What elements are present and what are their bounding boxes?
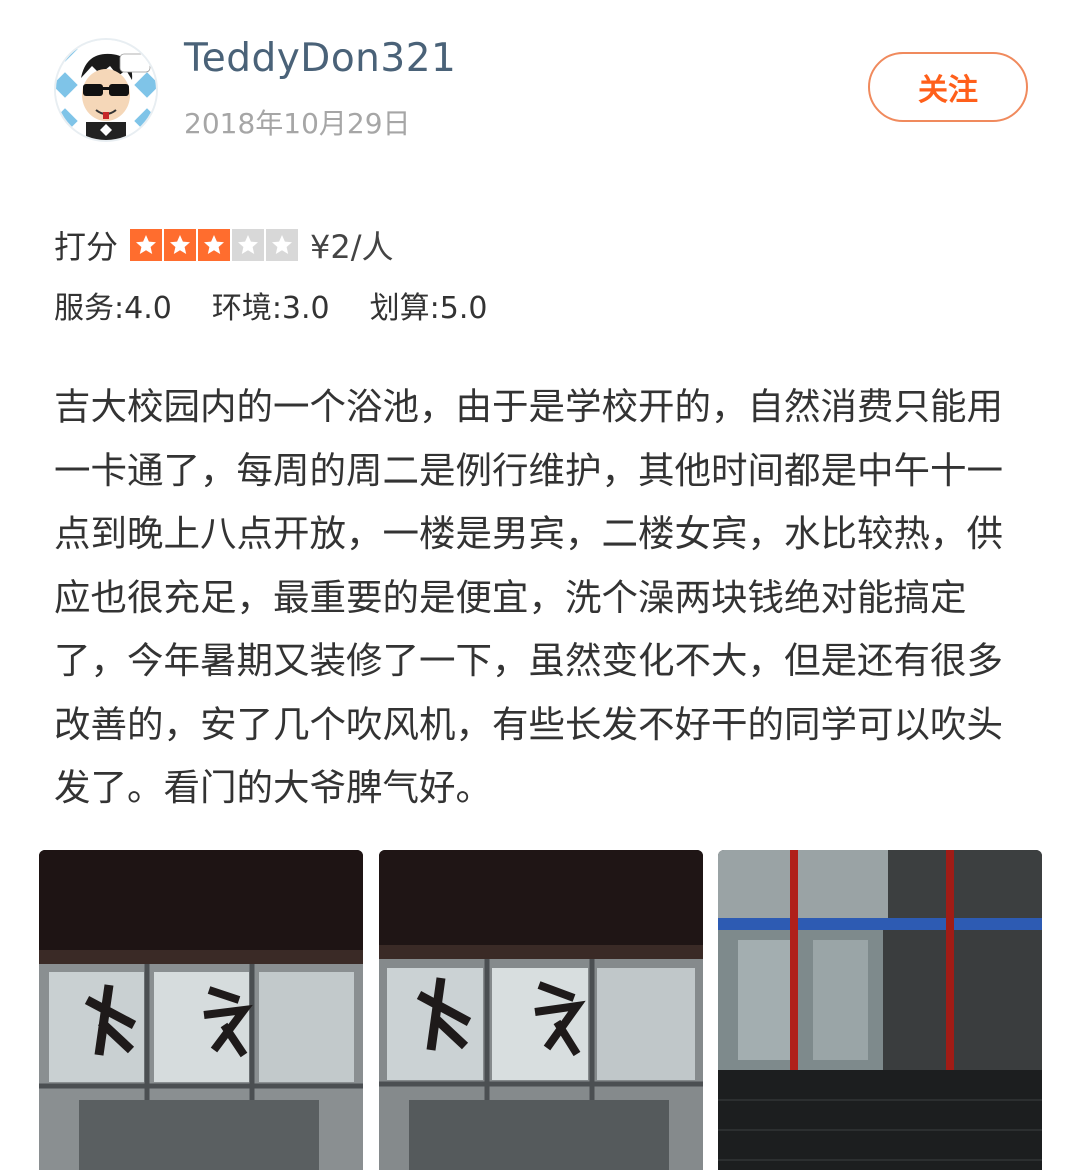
subscore-service: 服务:4.0 xyxy=(54,291,172,326)
review-photo-2[interactable] xyxy=(379,850,703,1170)
star-icon xyxy=(198,229,231,261)
star-icon xyxy=(266,229,299,261)
follow-button[interactable]: 关注 xyxy=(868,52,1028,122)
review-photo-1[interactable] xyxy=(39,850,363,1170)
star-icon xyxy=(130,229,163,261)
star-rating xyxy=(130,229,299,261)
rating-row: 打分 ¥2/人 xyxy=(54,223,394,267)
review-photo-3[interactable] xyxy=(718,850,1042,1170)
post-date: 2018年10月29日 xyxy=(184,107,411,140)
subscores: 服务:4.0 环境:3.0 划算:5.0 xyxy=(54,283,487,327)
price-per-person: ¥2/人 xyxy=(310,228,394,266)
review-text: 吉大校园内的一个浴池，由于是学校开的，自然消费只能用一卡通了，每周的周二是例行维… xyxy=(54,385,1003,809)
user-avatar[interactable] xyxy=(54,38,158,142)
subscore-value: 划算:5.0 xyxy=(369,291,488,326)
rating-label: 打分 xyxy=(54,228,119,266)
username[interactable]: TeddyDon321 xyxy=(184,36,456,81)
star-icon xyxy=(164,229,197,261)
star-icon xyxy=(232,229,265,261)
subscore-environment: 环境:3.0 xyxy=(211,291,330,326)
